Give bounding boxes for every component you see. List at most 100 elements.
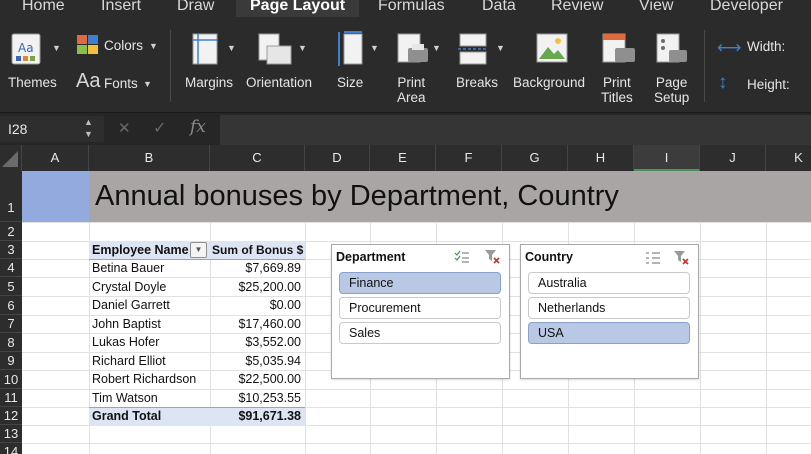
stepper-icon[interactable]: ▲ ▼	[84, 116, 93, 140]
col-header-i[interactable]: I	[634, 145, 700, 171]
margins-icon	[192, 33, 218, 65]
row-header-14[interactable]: 14	[0, 443, 22, 454]
title-band[interactable]: Annual bonuses by Department, Country	[89, 171, 811, 222]
row-header-11[interactable]: 11	[0, 389, 22, 407]
clear-filter-icon[interactable]	[673, 250, 689, 265]
slicer-item-procurement[interactable]: Procurement	[339, 297, 501, 319]
pivot-header-name: Employee Name	[92, 243, 189, 257]
ribbon: Home Insert Draw Page Layout Formulas Da…	[0, 0, 811, 112]
row-header-4[interactable]: 4	[0, 259, 22, 277]
themes-label: Themes	[8, 75, 57, 90]
grand-total-value: $91,671.38	[238, 409, 301, 423]
row-header-5[interactable]: 5	[0, 277, 22, 296]
page-setup-label: Page Setup	[654, 75, 690, 105]
country-slicer[interactable]: Country Australia Netherlands USA	[520, 244, 699, 379]
row-header-7[interactable]: 7	[0, 315, 22, 333]
row-header-12[interactable]: 12	[0, 407, 22, 425]
row-header-1[interactable]: 1	[0, 171, 22, 222]
tab-formulas[interactable]: Formulas	[378, 0, 445, 17]
tab-insert[interactable]: Insert	[101, 0, 141, 17]
enter-icon[interactable]: ✓	[153, 118, 166, 138]
row-header-13[interactable]: 13	[0, 425, 22, 443]
print-area-label: Print Area	[397, 75, 426, 105]
col-header-b[interactable]: B	[89, 145, 210, 171]
employee-name: Robert Richardson	[92, 372, 197, 386]
grand-total-label: Grand Total	[92, 409, 162, 423]
col-header-c[interactable]: C	[210, 145, 305, 171]
chevron-down-icon: ▼	[496, 43, 505, 53]
tab-page-layout[interactable]: Page Layout	[236, 0, 360, 17]
background-label: Background	[513, 75, 586, 90]
col-header-h[interactable]: H	[568, 145, 634, 171]
formula-input[interactable]	[220, 115, 811, 145]
employee-name: Daniel Garrett	[92, 298, 170, 312]
col-header-k[interactable]: K	[766, 145, 811, 171]
print-area-icon	[397, 33, 428, 63]
background-image-icon	[536, 33, 568, 63]
size-label: Size	[337, 75, 364, 90]
col-header-e[interactable]: E	[370, 145, 436, 171]
employee-name: Lukas Hofer	[92, 335, 160, 349]
chevron-down-icon: ▼	[370, 43, 379, 53]
colors-label: Colors	[104, 38, 144, 53]
row-header-6[interactable]: 6	[0, 296, 22, 315]
department-slicer[interactable]: Department Finance Procurement Sales	[331, 244, 510, 379]
filter-dropdown-icon[interactable]: ▼	[190, 242, 207, 258]
slicer-item-australia[interactable]: Australia	[528, 272, 690, 294]
slicer-item-usa[interactable]: USA	[528, 322, 690, 344]
chevron-down-icon: ▼	[298, 43, 307, 53]
tab-view[interactable]: View	[639, 0, 673, 17]
col-header-g[interactable]: G	[502, 145, 568, 171]
print-titles-icon	[602, 33, 635, 63]
chevron-down-icon: ▼	[143, 79, 152, 89]
cell-a1[interactable]	[22, 171, 89, 222]
row-header-8[interactable]: 8	[0, 333, 22, 352]
bonus-value: $17,460.00	[238, 317, 301, 331]
col-header-f[interactable]: F	[436, 145, 502, 171]
multi-select-icon[interactable]	[454, 250, 470, 264]
width-arrows-icon: ⟷	[717, 38, 742, 57]
row-header-10[interactable]: 10	[0, 370, 22, 389]
multi-select-icon[interactable]	[645, 251, 661, 265]
margins-label: Margins	[185, 75, 234, 90]
page-break-icon	[458, 33, 488, 65]
tab-review[interactable]: Review	[551, 0, 603, 17]
print-titles-label: Print Titles	[601, 75, 633, 105]
slicer-item-finance[interactable]: Finance	[339, 272, 501, 294]
function-icon[interactable]: fx	[190, 117, 206, 137]
tab-data[interactable]: Data	[482, 0, 516, 17]
slicer-item-sales[interactable]: Sales	[339, 322, 501, 344]
gridline	[22, 222, 811, 223]
tab-draw[interactable]: Draw	[177, 0, 214, 17]
row-header-3[interactable]: 3	[0, 241, 22, 259]
tab-home[interactable]: Home	[22, 0, 65, 17]
slicer-item-netherlands[interactable]: Netherlands	[528, 297, 690, 319]
tab-developer[interactable]: Developer	[710, 0, 783, 17]
height-label: Height:	[747, 77, 790, 92]
name-box[interactable]: I28 ▲ ▼	[0, 116, 104, 142]
gridline	[22, 443, 811, 444]
select-all-icon	[2, 151, 18, 167]
ribbon-divider	[704, 30, 705, 102]
clear-filter-icon[interactable]	[484, 249, 500, 264]
fonts-label: Fonts	[104, 76, 138, 91]
size-icon	[338, 31, 363, 66]
orientation-label: Orientation	[246, 75, 313, 90]
col-header-a[interactable]: A	[22, 145, 89, 171]
chevron-down-icon: ▼	[432, 43, 441, 53]
bonus-value: $22,500.00	[238, 372, 301, 386]
employee-name: Richard Elliot	[92, 354, 166, 368]
chevron-down-icon: ▼	[149, 41, 158, 51]
select-all-corner[interactable]	[0, 145, 22, 171]
name-box-value: I28	[8, 121, 28, 137]
col-header-j[interactable]: J	[700, 145, 766, 171]
row-header-9[interactable]: 9	[0, 352, 22, 370]
cancel-icon[interactable]: ✕	[118, 119, 131, 137]
bonus-value: $10,253.55	[238, 391, 301, 405]
col-header-d[interactable]: D	[305, 145, 370, 171]
row-header-2[interactable]: 2	[0, 222, 22, 241]
pivot-header-value: Sum of Bonus $	[212, 243, 304, 257]
height-arrows-icon: ↕	[718, 72, 728, 93]
svg-text:Aa: Aa	[18, 41, 34, 55]
worksheet-grid[interactable]: A B C D E F G H I J K 1 2 3 4 5 6 7 8 9 …	[0, 145, 811, 454]
